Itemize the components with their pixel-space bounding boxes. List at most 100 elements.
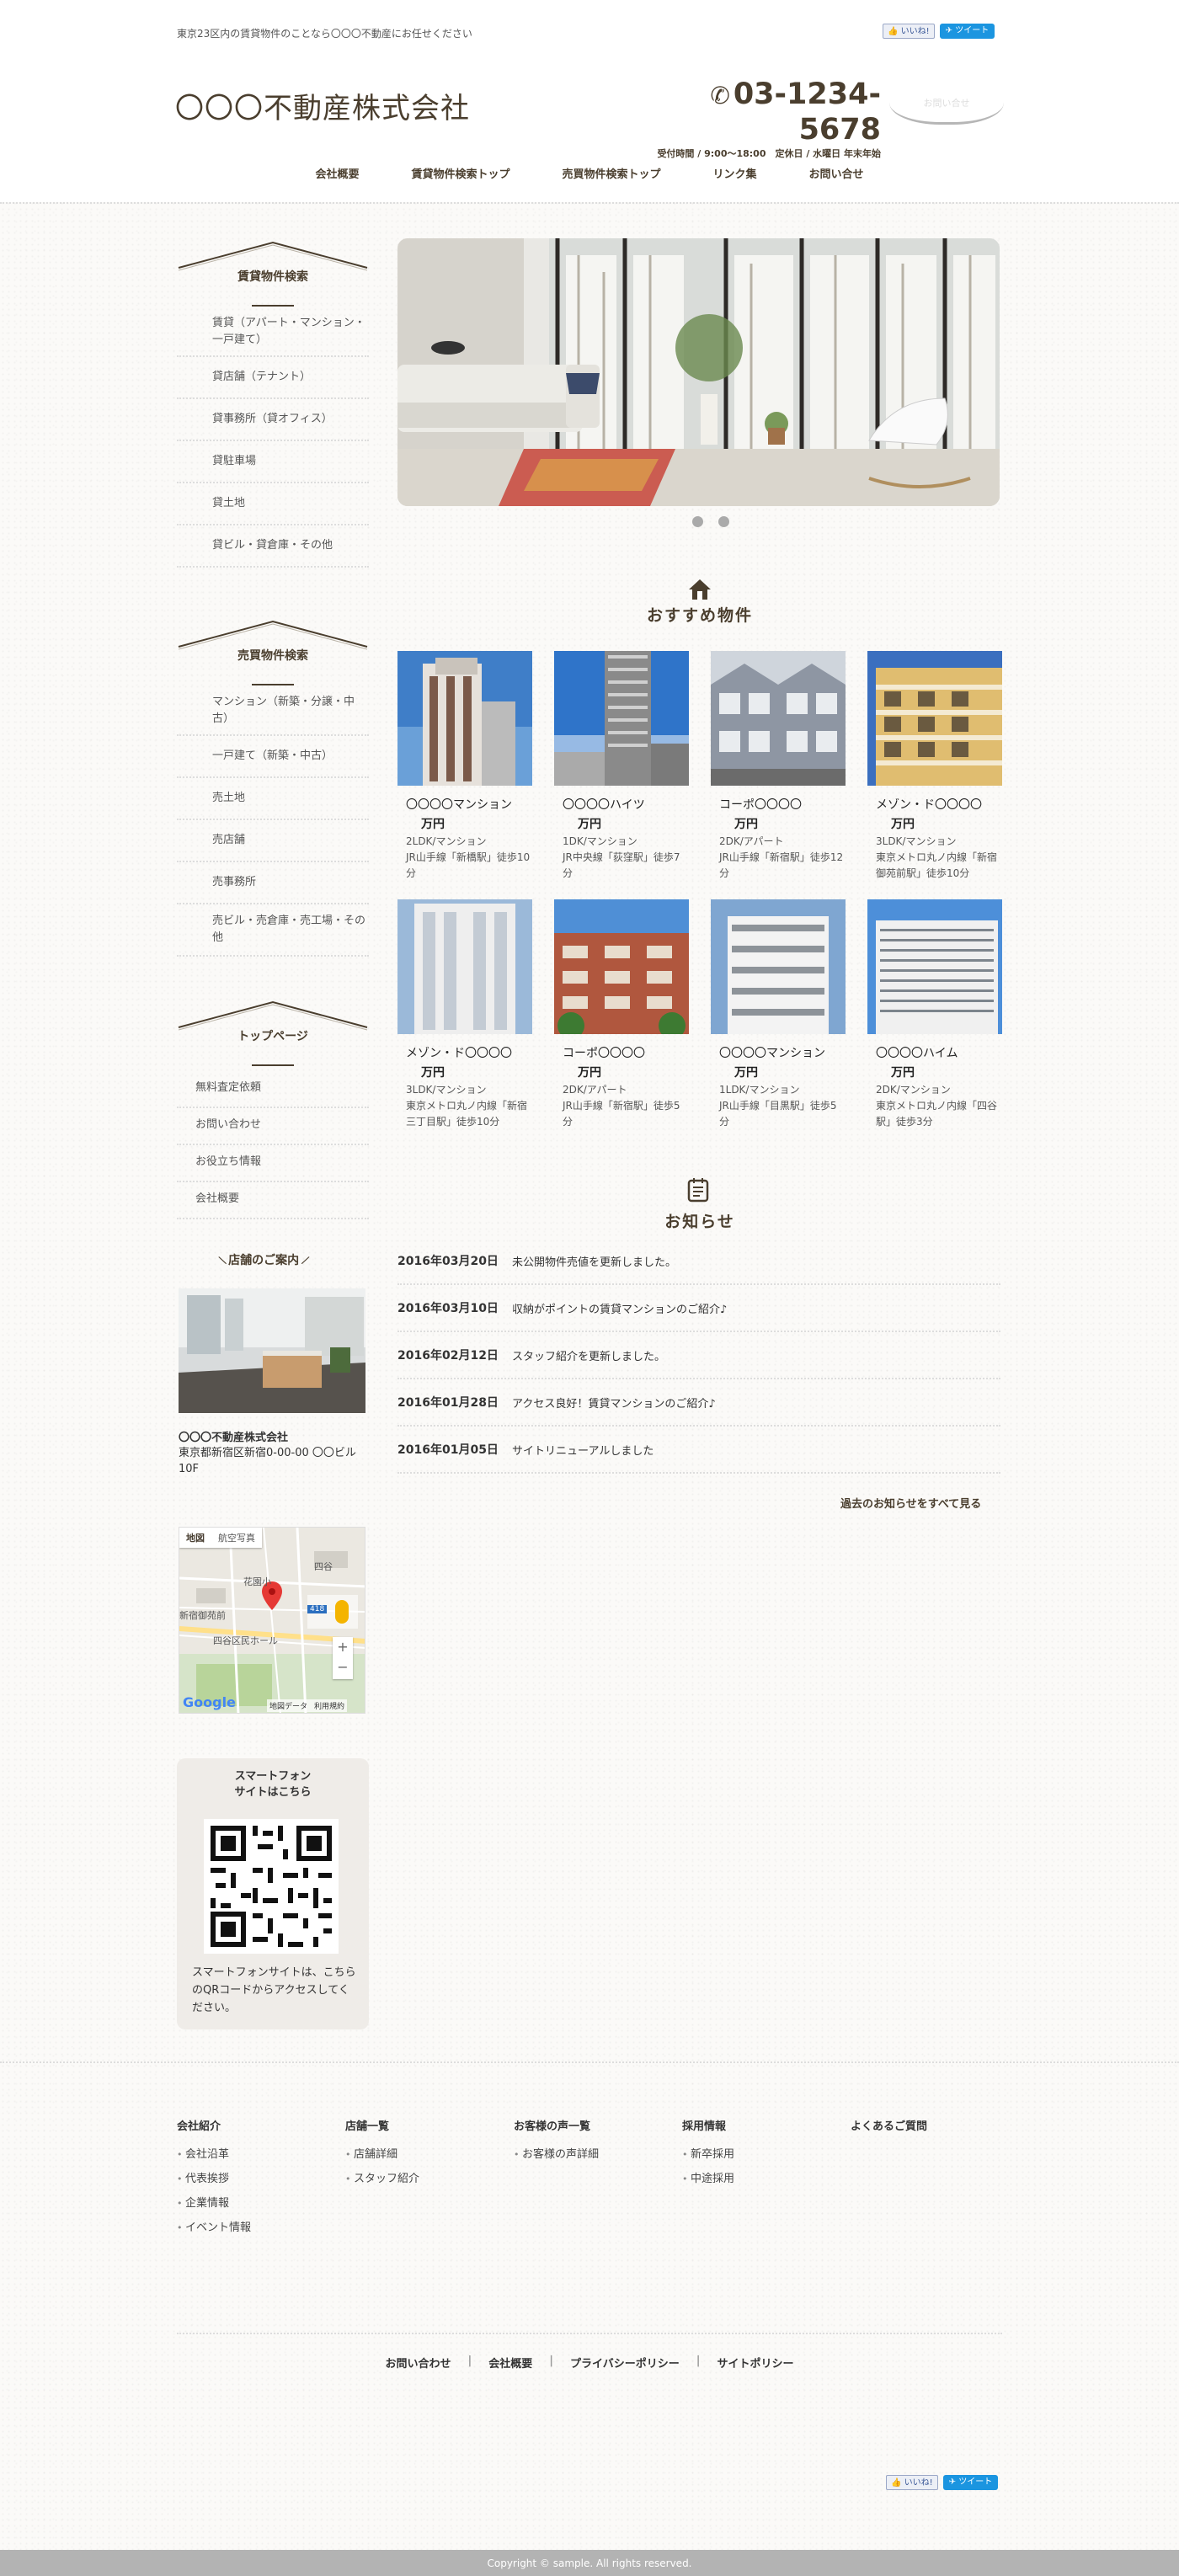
site-logo[interactable]: 〇〇〇不動産株式会社 — [175, 85, 470, 126]
property-price: 万円 — [734, 1066, 758, 1080]
property-price: 万円 — [891, 1066, 915, 1080]
global-nav: 会社概要 賃貸物件検索トップ 売買物件検索トップ リンク集 お問い合せ — [0, 165, 1179, 181]
sidebar-rent-section: 賃貸物件検索 — [177, 241, 369, 307]
smartphone-box: スマートフォン サイトはこちら スマートフォンサイトは、こちらのQRコードからア… — [177, 1758, 369, 2029]
like-button[interactable]: 👍 いいね! — [883, 24, 935, 39]
twitter-bird-icon: ✈ — [948, 2477, 957, 2487]
property-card[interactable]: コーポ〇〇〇〇 万円 2DK/アパート JR山手線「新宿駅」徒歩5分 — [554, 899, 689, 1130]
map-tab-satellite[interactable]: 航空写真 — [211, 1528, 262, 1548]
property-access: JR山手線「新宿駅」徒歩12分 — [719, 851, 844, 879]
news-item[interactable]: 2016年01月05日 サイトリニューアルしました — [397, 1427, 1000, 1474]
property-card[interactable]: コーポ〇〇〇〇 万円 2DK/アパート JR山手線「新宿駅」徒歩12分 — [711, 651, 846, 882]
tweet-button[interactable]: ✈ ツイート — [942, 2475, 999, 2490]
sidebar-item-sale-house[interactable]: 一戸建て（新築・中古） — [177, 736, 369, 778]
site-tagline: 東京23区内の賃貸物件のことなら〇〇〇不動産にお任せください — [177, 28, 472, 40]
slider-dots — [692, 516, 729, 527]
like-button[interactable]: 👍 いいね! — [886, 2475, 938, 2490]
news-item[interactable]: 2016年03月20日 未公開物件売値を更新しました。 — [397, 1238, 1000, 1285]
footer-nav-contact[interactable]: お問い合わせ — [385, 2355, 451, 2371]
footer-link[interactable]: 店舗詳細 — [345, 2145, 419, 2161]
footer-nav-site-policy[interactable]: サイトポリシー — [718, 2355, 794, 2371]
news-item[interactable]: 2016年01月28日 アクセス良好！賃貸マンションのご紹介♪ — [397, 1379, 1000, 1427]
property-card[interactable]: 〇〇〇〇マンション 万円 2LDK/マンション JR山手線「新橋駅」徒歩10分 — [397, 651, 532, 882]
map-terms-link[interactable]: 利用規約 — [314, 1700, 344, 1711]
footer-col-title[interactable]: お客様の声一覧 — [514, 2117, 599, 2133]
footer-link[interactable]: 代表挨拶 — [177, 2169, 251, 2185]
shop-title: 店舗のご案内 — [228, 1254, 300, 1267]
sidebar-item-sale-land[interactable]: 売土地 — [177, 778, 369, 820]
sidebar-item-sale-store[interactable]: 売店舗 — [177, 820, 369, 862]
hero-slider[interactable] — [397, 238, 1000, 506]
title-underline — [252, 684, 294, 685]
footer-link[interactable]: 企業情報 — [177, 2194, 251, 2210]
slider-dot-1[interactable] — [692, 516, 703, 527]
nav-sale-top[interactable]: 売買物件検索トップ — [536, 165, 686, 181]
sidebar-rent-list: 賃貸（アパート・マンション・一戸建て） 貸店舗（テナント） 貸事務所（貸オフィス… — [177, 312, 369, 568]
map-tab-map[interactable]: 地図 — [179, 1528, 211, 1548]
nav-contact[interactable]: お問い合せ — [783, 165, 890, 181]
social-buttons-top: 👍 いいね! ✈ ツイート — [883, 24, 995, 39]
footer-link[interactable]: スタッフ紹介 — [345, 2169, 419, 2185]
phone-number[interactable]: 03-1234-5678 — [734, 77, 881, 147]
footer-col-title[interactable]: 店舗一覧 — [345, 2117, 419, 2133]
sidebar-item-rent-parking[interactable]: 貸駐車場 — [177, 441, 369, 483]
sidebar-item-rent-other[interactable]: 貸ビル・貸倉庫・その他 — [177, 525, 369, 568]
nav-rent-top[interactable]: 賃貸物件検索トップ — [385, 165, 536, 181]
sidebar-item-sale-office[interactable]: 売事務所 — [177, 862, 369, 904]
zoom-out-button[interactable]: − — [333, 1657, 353, 1677]
nav-company[interactable]: 会社概要 — [289, 165, 385, 181]
news-item[interactable]: 2016年03月10日 収納がポイントの賃貸マンションのご紹介♪ — [397, 1285, 1000, 1332]
footer-link[interactable]: 中途採用 — [682, 2169, 734, 2185]
property-spec: 3LDK/マンション 東京メトロ丸ノ内線「新宿御苑前駅」徒歩10分 — [867, 834, 1002, 882]
sidebar-item-rent-residential[interactable]: 賃貸（アパート・マンション・一戸建て） — [177, 312, 369, 357]
footer-link[interactable]: 会社沿革 — [177, 2145, 251, 2161]
sidebar-item-rent-store[interactable]: 貸店舗（テナント） — [177, 357, 369, 399]
footer-link[interactable]: イベント情報 — [177, 2218, 251, 2234]
footer-link[interactable]: お客様の声詳細 — [514, 2145, 599, 2161]
property-card[interactable]: 〇〇〇〇マンション 万円 1LDK/マンション JR山手線「目黒駅」徒歩5分 — [711, 899, 846, 1130]
sidebar-item-sale-mansion[interactable]: マンション（新築・分譲・中古） — [177, 691, 369, 736]
footer-col-title[interactable]: よくあるご質問 — [851, 2117, 927, 2133]
zoom-in-button[interactable]: + — [333, 1637, 353, 1657]
hero-image — [397, 238, 1000, 506]
map-type-tabs: 地図 航空写真 — [179, 1528, 262, 1548]
footer-col-title[interactable]: 会社紹介 — [177, 2117, 251, 2133]
sidebar-item-company[interactable]: 会社概要 — [177, 1182, 369, 1219]
news-text: 未公開物件売値を更新しました。 — [512, 1256, 677, 1269]
tweet-button[interactable]: ✈ ツイート — [939, 24, 995, 39]
slider-dot-2[interactable] — [718, 516, 729, 527]
property-photo — [554, 899, 689, 1034]
pegman-icon[interactable] — [335, 1600, 349, 1624]
sidebar-item-rent-office[interactable]: 貸事務所（貸オフィス） — [177, 399, 369, 441]
sidebar-item-useful-info[interactable]: お役立ち情報 — [177, 1145, 369, 1182]
news-item[interactable]: 2016年02月12日 スタッフ紹介を更新しました。 — [397, 1332, 1000, 1379]
footer-col-company: 会社紹介 会社沿革 代表挨拶 企業情報 イベント情報 — [177, 2117, 251, 2243]
sidebar-item-appraisal[interactable]: 無料査定依頼 — [177, 1076, 369, 1108]
property-card[interactable]: メゾン・ド〇〇〇〇 万円 3LDK/マンション 東京メトロ丸ノ内線「新宿三丁目駅」… — [397, 899, 532, 1130]
sidebar-item-contact[interactable]: お問い合わせ — [177, 1108, 369, 1145]
property-price: 万円 — [578, 818, 601, 831]
map-widget[interactable]: 地図 航空写真 花園小 四谷 新宿御苑前 四谷区民ホール 418 + − Goo… — [179, 1527, 365, 1714]
sidebar-item-rent-land[interactable]: 貸土地 — [177, 483, 369, 525]
property-type: 3LDK/マンション — [876, 835, 957, 847]
property-card[interactable]: メゾン・ド〇〇〇〇 万円 3LDK/マンション 東京メトロ丸ノ内線「新宿御苑前駅」… — [867, 651, 1002, 882]
news-more-link[interactable]: 過去のお知らせをすべて見る — [840, 1495, 981, 1511]
footer-link[interactable]: 新卒採用 — [682, 2145, 734, 2161]
smartphone-text: スマートフォンサイトは、こちらのQRコードからアクセスしてください。 — [192, 1966, 356, 2014]
footer-nav-privacy[interactable]: プライバシーポリシー — [570, 2355, 680, 2371]
map-zoom-controls: + − — [333, 1637, 353, 1679]
footer-nav-company[interactable]: 会社概要 — [488, 2355, 532, 2371]
nav-links[interactable]: リンク集 — [687, 165, 783, 181]
property-card[interactable]: 〇〇〇〇ハイツ 万円 1DK/マンション JR中央線「荻窪駅」徒歩7分 — [554, 651, 689, 882]
like-label: いいね! — [900, 27, 930, 36]
footer-nav: お問い合わせ | 会社概要 | プライバシーポリシー | サイトポリシー — [0, 2355, 1179, 2371]
sidebar-rent-title: 賃貸物件検索 — [237, 270, 308, 284]
title-underline — [252, 1064, 294, 1066]
property-spec: 2DK/アパート JR山手線「新宿駅」徒歩12分 — [711, 834, 846, 882]
property-photo — [397, 899, 532, 1034]
footer-col-title[interactable]: 採用情報 — [682, 2117, 734, 2133]
property-card[interactable]: 〇〇〇〇ハイム 万円 2DK/マンション 東京メトロ丸ノ内線「四谷駅」徒歩3分 — [867, 899, 1002, 1130]
sidebar-item-sale-other[interactable]: 売ビル・売倉庫・売工場・その他 — [177, 904, 369, 957]
shop-address: 東京都新宿区新宿0-00-00 〇〇ビル10F — [179, 1447, 356, 1475]
property-name: メゾン・ド〇〇〇〇 — [406, 1047, 512, 1060]
